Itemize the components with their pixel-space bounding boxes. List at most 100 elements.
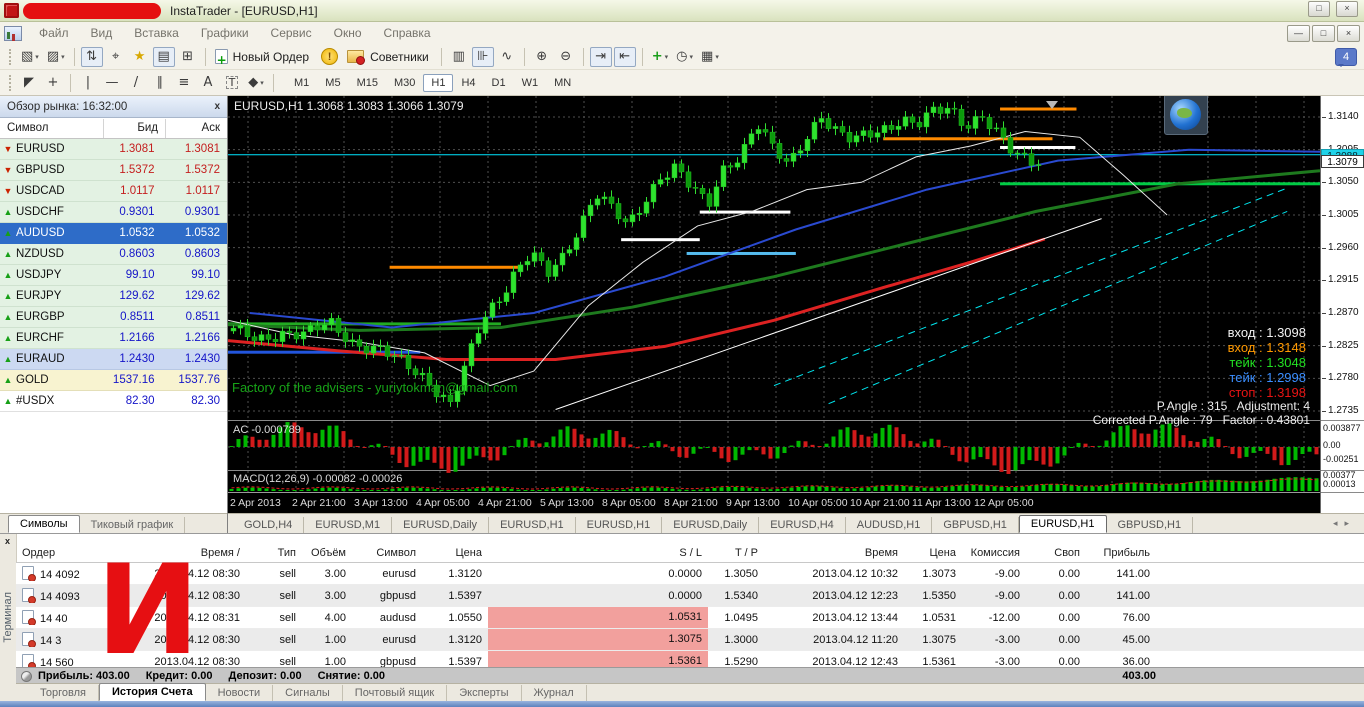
chart-tab-9[interactable]: EURUSD,H1 bbox=[1018, 515, 1107, 533]
chart-tab-5[interactable]: EURUSD,Daily bbox=[662, 517, 760, 533]
timeframe-M30[interactable]: M30 bbox=[386, 74, 423, 92]
close-icon[interactable]: x bbox=[5, 536, 10, 546]
crosshair-button[interactable]: + bbox=[42, 73, 64, 93]
orders-column-0[interactable]: Ордер bbox=[16, 547, 120, 559]
warning-icon[interactable]: ! bbox=[321, 48, 339, 65]
market-watch-row-USDCHF[interactable]: ▲ USDCHF 0.9301 0.9301 bbox=[0, 202, 227, 223]
terminal-tab-Торговля[interactable]: Торговля bbox=[28, 685, 99, 701]
menu-item-Сервис[interactable]: Сервис bbox=[260, 22, 323, 44]
timeframe-H4[interactable]: H4 bbox=[453, 74, 483, 92]
chart-area[interactable]: EURUSD,H1 1.3068 1.3083 1.3066 1.3079 Fa… bbox=[228, 96, 1320, 513]
new-chart-button[interactable]: ▧ ▾ bbox=[18, 47, 42, 67]
data-window-button[interactable]: ⊞ bbox=[177, 47, 199, 67]
terminal-tab-Эксперты[interactable]: Эксперты bbox=[447, 685, 522, 701]
column-symbol[interactable]: Символ bbox=[0, 122, 103, 134]
terminal-tab-Журнал[interactable]: Журнал bbox=[522, 685, 587, 701]
label-button[interactable]: T bbox=[221, 73, 243, 93]
text-button[interactable]: A bbox=[197, 73, 219, 93]
orders-column-2[interactable]: Тип bbox=[246, 547, 302, 559]
market-watch-row-EURUSD[interactable]: ▼ EURUSD 1.3081 1.3081 bbox=[0, 139, 227, 160]
market-watch-row-GBPUSD[interactable]: ▼ GBPUSD 1.5372 1.5372 bbox=[0, 160, 227, 181]
market-watch-button[interactable]: ▤ bbox=[152, 46, 175, 67]
line-chart-button[interactable]: ∿ bbox=[496, 47, 518, 67]
crosshair-mode-button[interactable]: ⌖ bbox=[105, 47, 127, 67]
chart-tab-8[interactable]: GBPUSD,H1 bbox=[932, 517, 1019, 533]
channel-button[interactable]: ∥ bbox=[149, 73, 171, 93]
chart-tab-0[interactable]: GOLD,H4 bbox=[233, 517, 305, 533]
market-watch-tab-Символы[interactable]: Символы bbox=[8, 515, 80, 533]
column-ask[interactable]: Аск bbox=[165, 118, 227, 138]
restore-icon[interactable]: □ bbox=[1312, 25, 1335, 42]
order-row[interactable]: 14 40 2013.04.12 08:31 sell 4.00 audusd 1.055… bbox=[16, 607, 1364, 629]
orders-column-4[interactable]: Символ bbox=[352, 547, 422, 559]
timeframe-H1[interactable]: H1 bbox=[423, 73, 454, 92]
orders-column-3[interactable]: Объём bbox=[302, 547, 352, 559]
menu-item-Вставка[interactable]: Вставка bbox=[123, 22, 190, 44]
tick-chart-button[interactable]: ⇅ bbox=[80, 46, 103, 67]
menu-item-Справка[interactable]: Справка bbox=[373, 22, 442, 44]
timeframe-M5[interactable]: M5 bbox=[317, 74, 348, 92]
indicators-button[interactable]: + ▾ bbox=[649, 47, 671, 67]
orders-column-8[interactable]: Время bbox=[764, 547, 904, 559]
market-watch-row-EURGBP[interactable]: ▲ EURGBP 0.8511 0.8511 bbox=[0, 307, 227, 328]
market-watch-tab-Тиковый график[interactable]: Тиковый график bbox=[80, 517, 186, 533]
restore-icon[interactable]: □ bbox=[1308, 1, 1330, 17]
market-watch-row-#USDX[interactable]: ▲ #USDX 82.30 82.30 bbox=[0, 391, 227, 412]
market-watch-row-GOLD[interactable]: ▲ GOLD 1537.16 1537.76 bbox=[0, 370, 227, 391]
chart-tab-4[interactable]: EURUSD,H1 bbox=[576, 517, 663, 533]
menu-item-Окно[interactable]: Окно bbox=[323, 22, 373, 44]
market-watch-row-AUDUSD[interactable]: ▲ AUDUSD 1.0532 1.0532 bbox=[0, 223, 227, 244]
market-watch-row-EURAUD[interactable]: ▲ EURAUD 1.2430 1.2430 bbox=[0, 349, 227, 370]
chart-tab-3[interactable]: EURUSD,H1 bbox=[489, 517, 576, 533]
terminal-tab-История Счета[interactable]: История Счета bbox=[98, 683, 206, 701]
order-row[interactable]: 14 4093 2013.04.12 08:30 sell 3.00 gbpusd 1.5… bbox=[16, 585, 1364, 607]
close-icon[interactable]: × bbox=[1336, 1, 1358, 17]
column-bid[interactable]: Бид bbox=[103, 118, 165, 138]
chart-tab-1[interactable]: EURUSD,M1 bbox=[304, 517, 393, 533]
price-scale[interactable]: 1.31401.30951.30501.30051.29601.29151.28… bbox=[1320, 96, 1364, 513]
orders-column-1[interactable]: Время / bbox=[120, 547, 246, 559]
cursor-button[interactable]: ◤ bbox=[18, 73, 40, 93]
orders-column-12[interactable]: Прибыль bbox=[1086, 547, 1156, 559]
timeframe-MN[interactable]: MN bbox=[546, 74, 579, 92]
minimize-icon[interactable]: — bbox=[1287, 25, 1310, 42]
fibonacci-button[interactable]: ≡ bbox=[173, 73, 195, 93]
notifications-badge[interactable]: 4 bbox=[1335, 48, 1357, 67]
terminal-tab-Почтовый ящик[interactable]: Почтовый ящик bbox=[343, 685, 448, 701]
orders-column-11[interactable]: Своп bbox=[1026, 547, 1086, 559]
menu-item-Графики[interactable]: Графики bbox=[190, 22, 260, 44]
timeframe-D1[interactable]: D1 bbox=[484, 74, 514, 92]
shapes-button[interactable]: ◆ ▾ bbox=[245, 73, 267, 93]
chart-shift-button[interactable]: ⇤ bbox=[613, 46, 636, 67]
horizontal-line-button[interactable]: — bbox=[101, 73, 123, 93]
order-row[interactable]: 14 3 2013.04.12 08:30 sell 1.00 eurusd 1.3120… bbox=[16, 629, 1364, 651]
bar-chart-button[interactable]: ▥ bbox=[448, 47, 470, 67]
market-watch-row-EURJPY[interactable]: ▲ EURJPY 129.62 129.62 bbox=[0, 286, 227, 307]
market-watch-row-NZDUSD[interactable]: ▲ NZDUSD 0.8603 0.8603 bbox=[0, 244, 227, 265]
orders-column-10[interactable]: Комиссия bbox=[962, 547, 1026, 559]
market-watch-row-USDJPY[interactable]: ▲ USDJPY 99.10 99.10 bbox=[0, 265, 227, 286]
zoom-in-button[interactable]: ⊕ bbox=[531, 47, 553, 67]
orders-column-7[interactable]: T / P bbox=[708, 547, 764, 559]
templates-button[interactable]: ▦ ▾ bbox=[698, 47, 722, 67]
zoom-out-button[interactable]: ⊖ bbox=[555, 47, 577, 67]
terminal-tab-Новости[interactable]: Новости bbox=[206, 685, 274, 701]
orders-column-6[interactable]: S / L bbox=[488, 547, 708, 559]
close-icon[interactable]: x bbox=[214, 101, 220, 112]
menu-item-Вид[interactable]: Вид bbox=[80, 22, 124, 44]
advisors-button[interactable]: Советники bbox=[344, 47, 435, 67]
market-watch-row-EURCHF[interactable]: ▲ EURCHF 1.2166 1.2166 bbox=[0, 328, 227, 349]
chart-tab-10[interactable]: GBPUSD,H1 bbox=[1107, 517, 1194, 533]
profiles-button[interactable]: ▨ ▾ bbox=[44, 47, 68, 67]
chart-tab-7[interactable]: AUDUSD,H1 bbox=[846, 517, 933, 533]
orders-column-5[interactable]: Цена bbox=[422, 547, 488, 559]
trendline-button[interactable]: / bbox=[125, 73, 147, 93]
timeframe-M15[interactable]: M15 bbox=[349, 74, 386, 92]
chart-tab-2[interactable]: EURUSD,Daily bbox=[392, 517, 490, 533]
close-icon[interactable]: × bbox=[1337, 25, 1360, 42]
timeframe-W1[interactable]: W1 bbox=[514, 74, 547, 92]
tab-scroll-arrows[interactable]: ◂▸ bbox=[1333, 518, 1356, 529]
candlestick-chart-button[interactable]: ⊪ bbox=[471, 46, 494, 67]
menu-item-Файл[interactable]: Файл bbox=[28, 22, 80, 44]
periods-button[interactable]: ◷ ▾ bbox=[673, 47, 696, 67]
